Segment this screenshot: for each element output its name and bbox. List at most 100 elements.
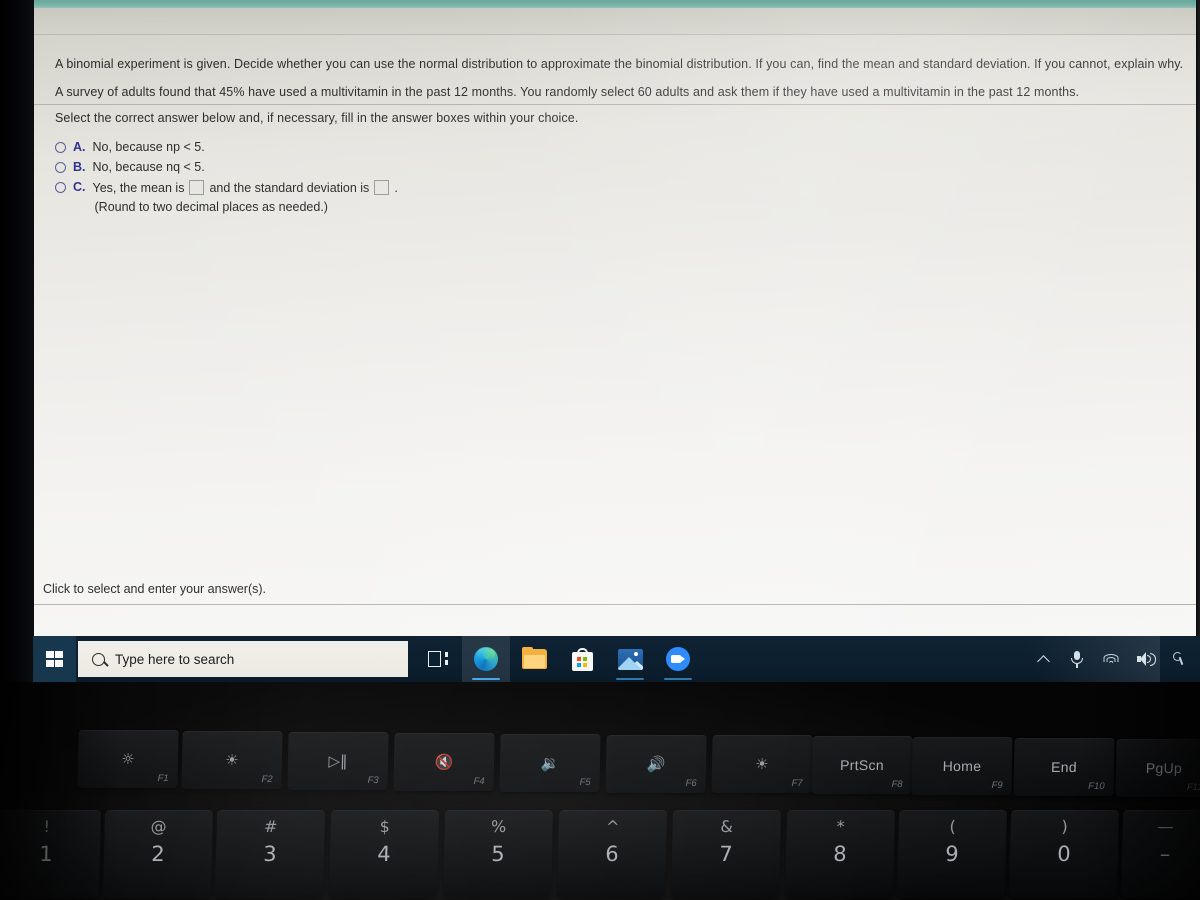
key-number-5[interactable]: % 5 bbox=[442, 810, 554, 898]
key-number-4[interactable]: $4 bbox=[328, 810, 440, 898]
key-fnum-f4: F4 bbox=[473, 775, 485, 787]
key-upper-legend: ^ bbox=[605, 817, 620, 836]
key-lower-legend: 1 bbox=[39, 842, 53, 866]
key-keyboard-backlight[interactable]: ☀ F7 bbox=[711, 735, 813, 794]
taskbar-pinned-apps bbox=[414, 636, 702, 682]
key-mute[interactable]: 🔇 F4 bbox=[393, 732, 495, 791]
key-fnum-f5: F5 bbox=[579, 776, 591, 788]
key-number-2[interactable]: @2 bbox=[102, 810, 214, 898]
courseware-page: A binomial experiment is given. Decide w… bbox=[33, 8, 1200, 636]
mean-answer-input[interactable] bbox=[189, 180, 205, 195]
screen-bezel-left bbox=[0, 0, 34, 682]
choice-c-rounding-note: (Round to two decimal places as needed.) bbox=[94, 200, 328, 214]
taskbar-button-task-view[interactable] bbox=[414, 636, 462, 682]
key-page-up[interactable]: PgUp F11 bbox=[1115, 739, 1200, 797]
key-upper-legend: ! bbox=[43, 817, 51, 836]
key-home[interactable]: Home F9 bbox=[911, 737, 1013, 796]
key-label-home: Home bbox=[942, 758, 982, 775]
key-number-–[interactable]: — – bbox=[1120, 810, 1200, 898]
key-upper-legend: ( bbox=[949, 817, 957, 836]
choice-letter-a: A. bbox=[73, 140, 86, 154]
key-volume-down[interactable]: 🔉 F5 bbox=[499, 733, 601, 792]
taskbar-button-file-explorer[interactable] bbox=[510, 636, 558, 682]
tray-volume[interactable] bbox=[1128, 636, 1162, 682]
key-fnum-f11: F11 bbox=[1186, 782, 1200, 793]
key-brightness-up[interactable]: ☀ F2 bbox=[181, 730, 283, 789]
key-label-print-screen: PrtScn bbox=[839, 757, 885, 774]
choice-option-c[interactable]: C. Yes, the mean is and the standard dev… bbox=[55, 180, 398, 214]
key-play-pause[interactable]: ▷‖ F3 bbox=[287, 731, 389, 790]
tray-microphone[interactable] bbox=[1060, 636, 1094, 682]
page-header-strip bbox=[33, 8, 1200, 35]
key-lower-legend: 7 bbox=[719, 842, 733, 866]
laptop-screen: A binomial experiment is given. Decide w… bbox=[0, 0, 1200, 682]
key-number-0[interactable]: ) 0 bbox=[1008, 810, 1120, 898]
standard-deviation-answer-input[interactable] bbox=[374, 180, 390, 195]
divider-top bbox=[33, 104, 1200, 105]
volume-up-icon: 🔊 bbox=[646, 754, 666, 772]
answer-choices: A. No, because np < 5. B. No, because nq… bbox=[55, 140, 398, 220]
windows-taskbar: Type here to search bbox=[33, 636, 1200, 682]
key-lower-legend: 8 bbox=[833, 842, 847, 866]
chevron-up-icon bbox=[1036, 654, 1050, 668]
key-label-end: End bbox=[1050, 759, 1078, 776]
windows-logo-icon bbox=[46, 650, 63, 668]
choice-option-b[interactable]: B. No, because nq < 5. bbox=[55, 160, 398, 174]
key-number-1[interactable]: ! 1 bbox=[0, 810, 102, 898]
start-button[interactable] bbox=[33, 636, 76, 682]
battery-icon bbox=[1171, 651, 1187, 667]
choice-text-a: No, because np < 5. bbox=[92, 140, 205, 154]
choice-option-a[interactable]: A. No, because np < 5. bbox=[55, 140, 398, 154]
key-lower-legend: 9 bbox=[945, 842, 959, 866]
key-number-3[interactable]: #3 bbox=[214, 810, 326, 898]
key-print-screen[interactable]: PrtScn F8 bbox=[811, 736, 913, 795]
key-upper-legend: * bbox=[836, 817, 845, 836]
key-fnum-f8: F8 bbox=[891, 779, 903, 791]
physical-keyboard: ☼ F1 ☀ F2 ▷‖ F3 🔇 F4 🔉 F5 🔊 F6 ☀ F7 PrtScn F8 Home F9 End F… bbox=[0, 682, 1200, 900]
search-icon bbox=[92, 652, 105, 666]
microsoft-store-icon bbox=[571, 647, 593, 671]
key-upper-legend: ) bbox=[1061, 817, 1069, 836]
file-explorer-icon bbox=[521, 647, 547, 669]
system-tray bbox=[1026, 636, 1200, 682]
tray-show-hidden-icons[interactable] bbox=[1026, 636, 1060, 682]
key-end[interactable]: End F10 bbox=[1013, 738, 1115, 797]
key-lower-legend: 4 bbox=[377, 842, 391, 866]
key-lower-legend: 0 bbox=[1057, 842, 1071, 866]
key-fnum-f1: F1 bbox=[157, 773, 169, 784]
choice-c-text-after: . bbox=[394, 180, 398, 195]
key-number-7[interactable]: & 7 bbox=[670, 810, 782, 898]
key-number-8[interactable]: * 8 bbox=[784, 810, 896, 898]
wifi-icon bbox=[1103, 653, 1119, 666]
taskbar-button-edge[interactable] bbox=[462, 636, 510, 682]
taskbar-search-box[interactable]: Type here to search bbox=[78, 641, 408, 677]
tray-battery[interactable] bbox=[1162, 636, 1196, 682]
play-pause-icon: ▷‖ bbox=[328, 751, 348, 770]
video-camera-icon bbox=[666, 647, 690, 671]
keyboard-backlight-icon: ☀ bbox=[755, 754, 769, 773]
search-placeholder-text: Type here to search bbox=[115, 651, 235, 667]
key-volume-up[interactable]: 🔊 F6 bbox=[605, 734, 707, 793]
microphone-icon bbox=[1070, 650, 1084, 668]
question-prompt-line-1: A binomial experiment is given. Decide w… bbox=[55, 57, 1184, 71]
key-number-9[interactable]: (9 bbox=[896, 810, 1008, 898]
taskbar-button-photos[interactable] bbox=[606, 636, 654, 682]
key-brightness-down[interactable]: ☼ F1 bbox=[77, 730, 179, 788]
brightness-up-icon: ☀ bbox=[225, 750, 239, 769]
key-lower-legend: 5 bbox=[491, 842, 505, 866]
radio-button-c[interactable] bbox=[55, 182, 66, 193]
key-lower-legend: – bbox=[1159, 842, 1171, 866]
status-message: Click to select and enter your answer(s)… bbox=[43, 582, 267, 596]
key-number-6[interactable]: ^ 6 bbox=[556, 810, 668, 898]
key-lower-legend: 3 bbox=[263, 842, 277, 866]
tray-network[interactable] bbox=[1094, 636, 1128, 682]
question-instruction: Select the correct answer below and, if … bbox=[55, 111, 579, 125]
key-fnum-f9: F9 bbox=[991, 780, 1003, 792]
radio-button-a[interactable] bbox=[55, 142, 66, 153]
taskbar-button-microsoft-store[interactable] bbox=[558, 636, 606, 682]
choice-text-b: No, because nq < 5. bbox=[92, 160, 205, 174]
radio-button-b[interactable] bbox=[55, 162, 66, 173]
taskbar-button-video-call[interactable] bbox=[654, 636, 702, 682]
key-label-page-up: PgUp bbox=[1145, 760, 1183, 776]
question-prompt-line-2: A survey of adults found that 45% have u… bbox=[55, 85, 1080, 99]
